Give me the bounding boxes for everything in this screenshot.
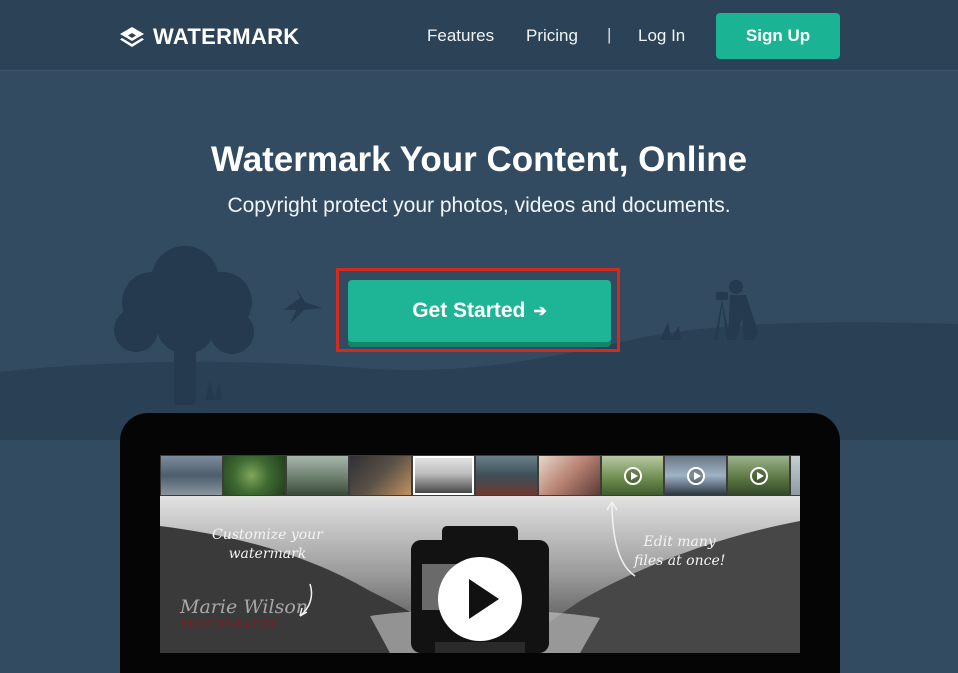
video-thumbnail[interactable] xyxy=(728,456,789,495)
bird-illustration xyxy=(283,288,322,324)
nav-link-login[interactable]: Log In xyxy=(638,26,685,46)
demo-image: Customize your watermark Edit many files… xyxy=(160,496,800,653)
thumbnail[interactable] xyxy=(476,456,537,495)
play-icon xyxy=(749,466,768,485)
hero-title: Watermark Your Content, Online xyxy=(210,140,748,179)
watermark-signature: Marie Wilson xyxy=(180,596,308,618)
annotation-line: Edit many xyxy=(643,534,716,550)
thumbnail[interactable] xyxy=(287,456,348,495)
nav-link-features[interactable]: Features xyxy=(427,26,494,46)
video-thumbnail[interactable] xyxy=(602,456,663,495)
hero-subtitle: Copyright protect your photos, videos an… xyxy=(227,194,731,217)
get-started-button[interactable]: Get Started ➔ xyxy=(348,280,611,342)
video-thumbnail[interactable] xyxy=(665,456,726,495)
watermark-logo-icon xyxy=(120,27,144,47)
video-play-button[interactable] xyxy=(438,557,522,641)
play-icon xyxy=(623,466,642,485)
annotation-line: Customize your xyxy=(212,527,323,543)
annotation-edit-many: Edit many files at once! xyxy=(634,533,725,571)
annotation-customize: Customize your watermark xyxy=(212,526,323,564)
nav-separator: | xyxy=(607,25,612,44)
nav-link-pricing[interactable]: Pricing xyxy=(526,26,578,46)
brand-name: WATERMARK xyxy=(153,24,300,49)
thumbnail-strip xyxy=(160,455,800,496)
top-navbar: WATERMARK Features Pricing | Log In Sign… xyxy=(0,0,958,71)
thumbnail-selected[interactable] xyxy=(413,456,474,495)
brand-logo[interactable]: WATERMARK xyxy=(119,24,300,50)
annotation-line: files at once! xyxy=(634,553,726,569)
arrow-right-icon: ➔ xyxy=(533,303,547,320)
watermark-signature-sub: PHOTOGRAPHY xyxy=(181,620,278,630)
demo-screen: Customize your watermark Edit many files… xyxy=(160,455,800,653)
thumbnail[interactable] xyxy=(350,456,411,495)
thumbnail[interactable] xyxy=(539,456,600,495)
play-icon xyxy=(686,466,705,485)
annotation-line: watermark xyxy=(228,546,307,562)
thumbnail[interactable] xyxy=(161,456,222,495)
thumbnail[interactable] xyxy=(224,456,285,495)
thumbnail[interactable] xyxy=(791,456,800,495)
get-started-label: Get Started xyxy=(412,299,526,322)
signup-button[interactable]: Sign Up xyxy=(716,13,840,59)
